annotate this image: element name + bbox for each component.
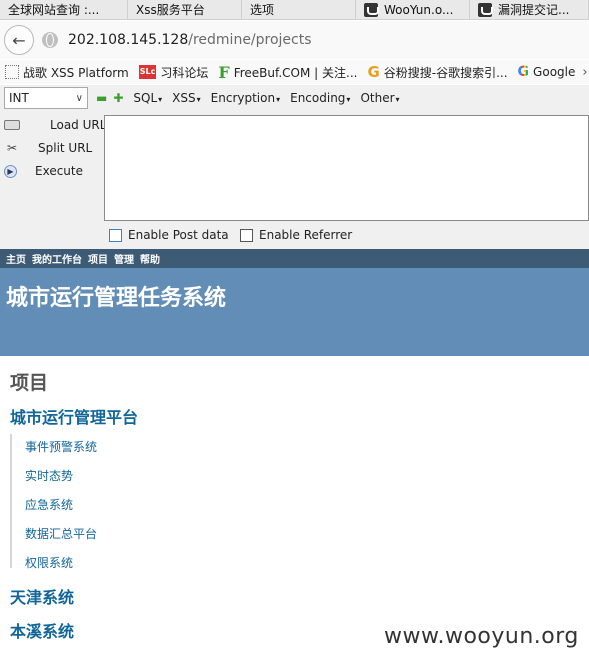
bookmark-gfsoso[interactable]: G 谷粉搜搜-谷歌搜索引... <box>367 63 507 81</box>
bookmarks-overflow-icon[interactable]: › <box>582 65 587 80</box>
main-content: 项目 城市运行管理平台 事件预警系统 实时态势 应急系统 数据汇总平台 权限系统… <box>0 356 589 665</box>
int-select[interactable]: INT ∨ <box>4 87 88 109</box>
site-title: 城市运行管理任务系统 <box>6 286 227 311</box>
slc-icon: SLc <box>138 65 157 79</box>
google-orange-icon: G <box>367 63 380 81</box>
project-link-benxi[interactable]: 本溪系统 <box>10 618 74 642</box>
tab-vuln-records[interactable]: 漏洞提交记... <box>470 0 589 20</box>
tab-label: 全球网站查询 :... <box>8 3 100 17</box>
bookmarks-bar: 战歌 XSS Platform SLc 习科论坛 F FreeBuf.COM | 关… <box>0 60 589 84</box>
checkbox-box[interactable] <box>240 228 253 242</box>
plus-icon[interactable]: ✚ <box>113 91 123 105</box>
project-link-tianjin[interactable]: 天津系统 <box>10 584 74 608</box>
load-url-button[interactable]: Load URL <box>4 115 106 135</box>
bookmark-xss-platform[interactable]: 战歌 XSS Platform <box>5 64 129 81</box>
subproject-list: 事件预警系统 实时态势 应急系统 数据汇总平台 权限系统 <box>10 434 210 571</box>
hackbar-toolbar: INT ∨ ▬ ✚ SQL XSS Encryption Encoding Oth… <box>0 85 589 111</box>
redmine-top-menu: 主页 我的工作台 项目 管理 帮助 <box>0 249 589 268</box>
enable-post-data-checkbox[interactable]: Enable Post data <box>109 228 229 242</box>
arrow-left-icon: ← <box>12 30 26 50</box>
page-title: 项目 <box>10 372 49 394</box>
bookmark-label: 谷粉搜搜-谷歌搜索引... <box>383 65 508 80</box>
tab-options[interactable]: 选项 <box>242 0 356 20</box>
bookmark-label: 战歌 XSS Platform <box>23 65 129 80</box>
select-value: INT <box>9 91 29 105</box>
menu-encryption[interactable]: Encryption <box>211 91 280 105</box>
dotted-box-icon <box>5 65 19 79</box>
google-icon: G <box>517 64 530 80</box>
execute-button[interactable]: ▶ Execute <box>4 161 83 181</box>
split-url-icon: ✂ <box>6 141 18 155</box>
navigation-bar: ← 202.108.145.128/redmine/projects <box>0 21 589 59</box>
tab-site-query[interactable]: 全球网站查询 :... <box>0 0 128 20</box>
tab-label: WooYun.o... <box>384 3 454 17</box>
top-menu-help[interactable]: 帮助 <box>140 251 160 266</box>
watermark: www.wooyun.org <box>384 624 579 649</box>
bookmark-google[interactable]: G Google <box>518 64 576 80</box>
freebuf-icon: F <box>218 62 230 82</box>
execute-icon: ▶ <box>4 164 17 178</box>
wooyun-icon <box>364 3 379 17</box>
subproject-link[interactable]: 数据汇总平台 <box>25 525 97 542</box>
top-menu-my-page[interactable]: 我的工作台 <box>32 251 82 266</box>
tab-xss-platform[interactable]: Xss服务平台 <box>128 0 242 20</box>
action-label: Execute <box>35 164 83 178</box>
tab-wooyun[interactable]: WooYun.o... <box>356 0 470 20</box>
action-label: Load URL <box>50 118 107 132</box>
address-bar[interactable]: 202.108.145.128/redmine/projects <box>68 32 312 48</box>
bookmark-label: Google <box>533 65 576 79</box>
subproject-link[interactable]: 事件预警系统 <box>25 438 97 455</box>
top-menu-admin[interactable]: 管理 <box>114 251 134 266</box>
split-url-button[interactable]: ✂ Split URL <box>4 138 92 158</box>
bookmark-freebuf[interactable]: F FreeBuf.COM | 关注... <box>218 63 357 82</box>
project-link-city-platform[interactable]: 城市运行管理平台 <box>10 404 138 428</box>
enable-referrer-checkbox[interactable]: Enable Referrer <box>240 228 352 242</box>
action-label: Split URL <box>38 141 93 155</box>
hackbar-panel: Load URL ✂ Split URL ▶ Execute Enable Po… <box>0 111 589 249</box>
subproject-link[interactable]: 应急系统 <box>25 496 73 513</box>
top-menu-projects[interactable]: 项目 <box>88 251 108 266</box>
url-host: 202.108.145.128 <box>68 32 189 48</box>
chevron-down-icon: ∨ <box>75 92 83 104</box>
tab-label: Xss服务平台 <box>136 3 205 17</box>
wooyun-icon <box>478 3 493 17</box>
redmine-header: 城市运行管理任务系统 <box>0 268 589 356</box>
checkbox-label: Enable Post data <box>128 228 229 242</box>
bookmark-label: FreeBuf.COM | 关注... <box>233 65 358 80</box>
subproject-link[interactable]: 实时态势 <box>25 467 73 484</box>
back-button[interactable]: ← <box>4 25 34 55</box>
tab-bar: 全球网站查询 :... Xss服务平台 选项 WooYun.o... 漏洞提交记… <box>0 0 589 20</box>
menu-other[interactable]: Other <box>360 91 399 105</box>
bookmark-xike-forum[interactable]: SLc 习科论坛 <box>138 64 209 81</box>
top-menu-home[interactable]: 主页 <box>6 251 26 266</box>
menu-encoding[interactable]: Encoding <box>290 91 350 105</box>
checkbox-label: Enable Referrer <box>259 228 353 242</box>
bookmark-label: 习科论坛 <box>160 65 209 80</box>
menu-xss[interactable]: XSS <box>172 91 200 105</box>
load-url-icon <box>4 120 20 130</box>
hackbar-url-textarea[interactable] <box>104 115 589 221</box>
menu-sql[interactable]: SQL <box>133 91 162 105</box>
subproject-link[interactable]: 权限系统 <box>25 554 73 571</box>
url-path: /redmine/projects <box>188 32 312 48</box>
minus-icon[interactable]: ▬ <box>96 91 107 105</box>
tab-label: 选项 <box>250 3 275 17</box>
checkbox-box[interactable] <box>109 228 122 242</box>
tab-label: 漏洞提交记... <box>498 3 570 17</box>
globe-icon <box>42 32 58 48</box>
